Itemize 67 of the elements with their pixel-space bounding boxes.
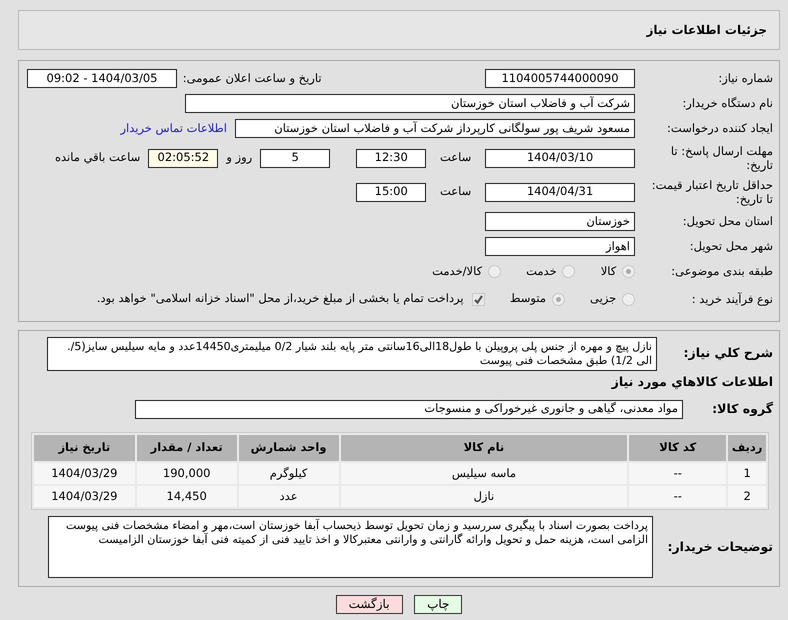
description-area[interactable]: نازل پیچ و مهره از جنس پلی پروپیلن با طول18الی16سانتی متر پایه بلند شیار 0/2 میلیمتری14450عدد و مایه سیلیس سایز(5/. الی 1/2) طبق مشخصات فنی پیوست bbox=[47, 337, 657, 371]
date-field[interactable]: 1404/04/31 bbox=[485, 182, 635, 202]
table-cell: 190,000 bbox=[136, 463, 237, 484]
payment-note: پرداخت تمام یا بخشی از مبلغ خرید،از محل "اسناد خزانه اسلامی" خواهد بود. bbox=[96, 290, 464, 308]
field-label: استان محل تحویل: bbox=[682, 214, 773, 229]
option-label: متوسط bbox=[510, 290, 546, 308]
radio-button[interactable] bbox=[562, 265, 576, 278]
section-heading: اطلاعات کالاهاي مورد نياز bbox=[610, 373, 773, 391]
field-label: شهر محل تحویل: bbox=[688, 239, 773, 254]
table-cell: نازل bbox=[340, 486, 628, 507]
table-cell: -- bbox=[629, 486, 726, 507]
countdown-field[interactable]: 02:05:52 bbox=[148, 148, 218, 168]
table-cell: ماسه سیلیس bbox=[340, 463, 628, 484]
radio-button[interactable] bbox=[622, 292, 635, 306]
field-label: ساعت bbox=[438, 183, 472, 200]
days-field[interactable]: 5 bbox=[260, 148, 330, 168]
announce-date-field[interactable]: 1404/03/05 - 09:02 bbox=[27, 69, 177, 88]
radio-button[interactable] bbox=[488, 265, 501, 278]
table-cell: 14,450 bbox=[136, 486, 237, 507]
goods-group-field[interactable]: مواد معدنی، گیاهی و جانوری غیرخوراکی و منسوجات bbox=[135, 400, 683, 418]
field-label: شرح کلي نياز: bbox=[682, 344, 773, 361]
table-cell: 2 bbox=[728, 486, 766, 507]
print-button[interactable]: چاپ bbox=[414, 595, 462, 614]
field-label: گروه کالا: bbox=[711, 401, 773, 417]
field-label: نام دستگاه خریدار: bbox=[681, 96, 773, 111]
field-label: ساعت باقي مانده bbox=[55, 149, 140, 166]
page-title: جزئیات اطلاعات نیاز bbox=[646, 22, 767, 39]
option-label: جزیی bbox=[590, 290, 616, 308]
requester-field[interactable]: مسعود شریف پور سولگانی کارپرداز شرکت آب و فاضلاب استان خوزستان bbox=[235, 119, 635, 138]
checkbox[interactable] bbox=[472, 292, 485, 306]
need-number-field[interactable]: 1104005744000090 bbox=[485, 69, 635, 88]
field-label: ساعت bbox=[438, 149, 472, 166]
time-field[interactable]: 15:00 bbox=[356, 182, 426, 202]
buyer-org-field[interactable]: شرکت آب و فاضلاب استان خوزستان bbox=[185, 94, 635, 113]
table-cell: 1404/03/29 bbox=[34, 463, 135, 484]
column-header: کد کالا bbox=[629, 435, 726, 461]
table-cell: 1404/03/29 bbox=[34, 486, 135, 507]
radio-button[interactable] bbox=[622, 265, 635, 278]
field-label: تاریخ و ساعت اعلان عمومی: bbox=[182, 70, 322, 87]
city-field[interactable]: اهواز bbox=[485, 237, 635, 256]
field-label: ایجاد کننده درخواست: bbox=[666, 121, 773, 136]
time-field[interactable]: 12:30 bbox=[356, 148, 426, 168]
field-label: نوع فرآیند خرید : bbox=[690, 292, 773, 306]
table-cell: -- bbox=[629, 463, 726, 484]
option-label: کالا bbox=[600, 262, 616, 280]
field-label: شماره نیاز: bbox=[717, 71, 773, 86]
column-header: نام کالا bbox=[340, 435, 628, 461]
option-label: کالا/خدمت bbox=[432, 262, 482, 280]
field-label: مهلت ارسال پاسخ: تا تاریخ: bbox=[670, 144, 773, 172]
table-cell: 1 bbox=[728, 463, 766, 484]
date-field[interactable]: 1404/03/10 bbox=[485, 148, 635, 168]
contact-link[interactable]: اطلاعات تماس خریدار bbox=[120, 120, 227, 138]
column-header: تاریخ نیاز bbox=[34, 435, 135, 461]
table-cell: عدد bbox=[238, 486, 338, 507]
field-label: طبقه بندی موضوعی: bbox=[670, 264, 773, 279]
option-label: خدمت bbox=[526, 262, 557, 280]
column-header: تعداد / مقدار bbox=[136, 435, 237, 461]
radio-button[interactable] bbox=[552, 292, 565, 306]
column-header: ردیف bbox=[728, 435, 766, 461]
table-cell: کیلوگرم bbox=[238, 463, 338, 484]
notes-area[interactable]: پرداخت بصورت اسناد با پیگیری سررسید و زمان تحویل توسط ذیحساب آبفا خوزستان است،مهر و امضاء مشخصات فنی پیوست الزامی است، هزینه حمل و تحویل وارائه گارانتی و وارانتی معتبرکالا و اخذ تایید فنی از کمیته فنی آبفا خوزستان الزامیست bbox=[48, 516, 653, 578]
column-header: واحد شمارش bbox=[238, 435, 338, 461]
province-field[interactable]: خوزستان bbox=[485, 212, 635, 231]
field-label: حداقل تاریخ اعتبار قیمت: تا تاریخ: bbox=[650, 178, 773, 206]
back-button[interactable]: بازگشت bbox=[336, 595, 403, 614]
field-label: روز و bbox=[226, 149, 252, 166]
field-label: توضیحات خریدار: bbox=[666, 539, 773, 555]
